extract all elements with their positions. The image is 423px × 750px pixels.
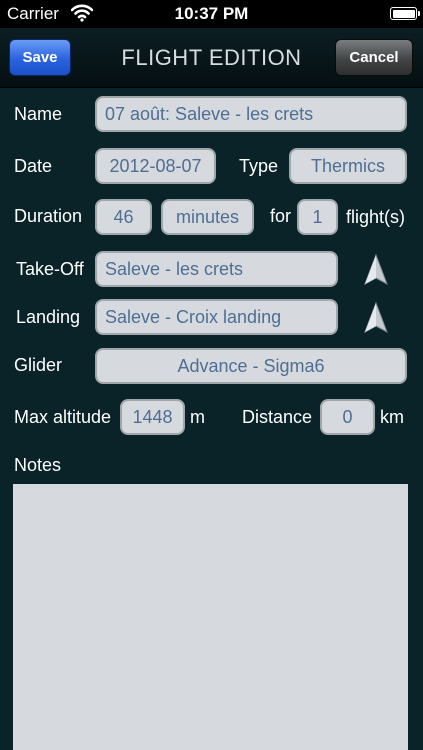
duration-label: Duration	[14, 206, 83, 226]
landing-location-arrow-icon[interactable]	[363, 301, 389, 335]
flights-label: flight(s)	[346, 207, 406, 227]
status-bar: Carrier 10:37 PM	[0, 0, 423, 28]
distance-field[interactable]: 0	[320, 399, 375, 435]
name-label: Name	[14, 104, 63, 124]
distance-label: Distance	[242, 407, 313, 427]
landing-label: Landing	[16, 307, 81, 327]
glider-label: Glider	[14, 355, 63, 375]
type-field[interactable]: Thermics	[289, 148, 407, 184]
name-field[interactable]: 07 août: Saleve - les crets	[95, 96, 407, 132]
notes-label: Notes	[14, 455, 62, 475]
distance-unit: km	[380, 407, 404, 427]
max-altitude-field[interactable]: 1448	[120, 399, 185, 435]
notes-textarea[interactable]	[13, 484, 408, 750]
type-label: Type	[239, 156, 279, 176]
status-time: 10:37 PM	[174, 4, 249, 23]
takeoff-location-arrow-icon[interactable]	[363, 253, 389, 287]
duration-unit-field[interactable]: minutes	[161, 199, 254, 235]
max-altitude-label: Max altitude	[14, 407, 112, 427]
takeoff-field[interactable]: Saleve - les crets	[95, 251, 338, 287]
max-altitude-unit: m	[190, 407, 205, 427]
cancel-button[interactable]: Cancel	[335, 39, 413, 76]
date-label: Date	[14, 156, 53, 176]
nav-bar: Save FLIGHT EDITION Cancel	[0, 28, 423, 88]
flights-count-field[interactable]: 1	[297, 199, 338, 235]
date-field[interactable]: 2012-08-07	[95, 148, 216, 184]
takeoff-label: Take-Off	[16, 259, 84, 279]
landing-field[interactable]: Saleve - Croix landing	[95, 299, 338, 335]
glider-field[interactable]: Advance - Sigma6	[95, 348, 407, 384]
duration-field[interactable]: 46	[95, 199, 152, 235]
battery-icon	[390, 7, 420, 20]
for-label: for	[270, 206, 292, 226]
